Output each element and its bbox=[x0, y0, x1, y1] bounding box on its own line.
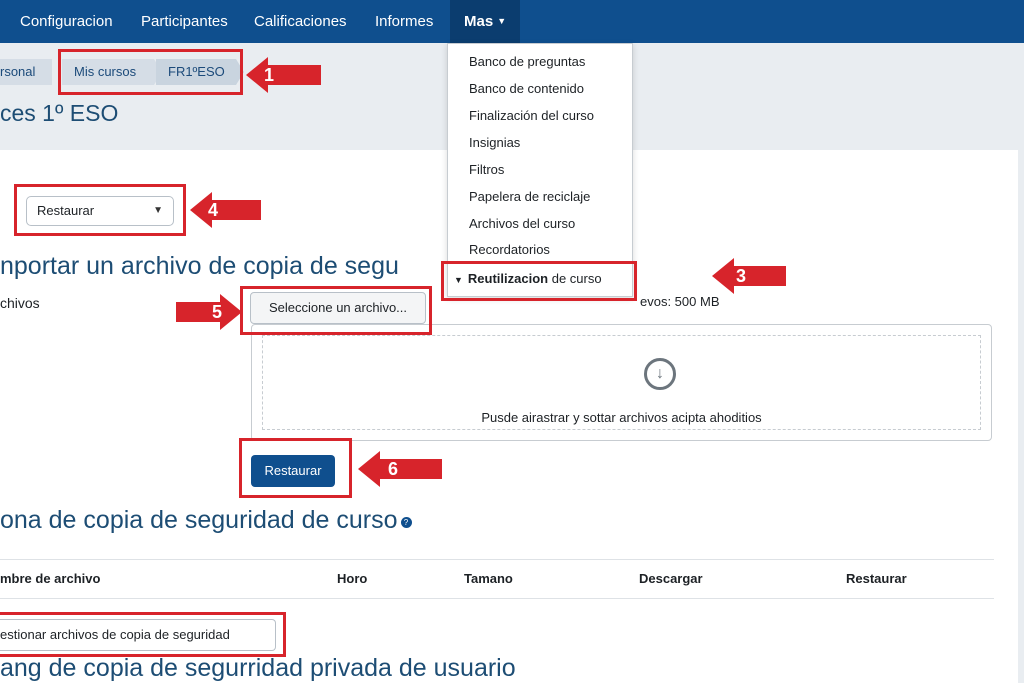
more-dropdown-menu: Banco de preguntas Banco de contenido Fi… bbox=[447, 43, 633, 297]
col-header-download: Descargar bbox=[639, 571, 703, 586]
dropzone-text: Pusde airastrar y sottar archivos acipta… bbox=[481, 410, 762, 425]
menu-item-question-bank[interactable]: Banco de preguntas bbox=[469, 54, 585, 69]
breadcrumb-item-personal[interactable]: rsonal bbox=[0, 59, 52, 85]
menu-item-filters[interactable]: Filtros bbox=[469, 162, 504, 177]
col-header-size: Tamano bbox=[464, 571, 513, 586]
annotation-box-5 bbox=[240, 286, 432, 335]
zone-heading-text: ona de copia de seguridad de curso bbox=[0, 506, 398, 534]
annotation-box-4 bbox=[14, 184, 186, 236]
table-top-border bbox=[0, 559, 994, 560]
annotation-arrow-5: 5 bbox=[176, 294, 242, 330]
annotation-box-3 bbox=[441, 261, 637, 301]
top-navigation: Configuracion Participantes Calificacion… bbox=[0, 0, 1024, 43]
menu-item-reminders[interactable]: Recordatorios bbox=[469, 242, 550, 257]
nav-more-label: Mas bbox=[464, 13, 494, 30]
annotation-number-3: 3 bbox=[735, 266, 746, 286]
menu-item-content-bank[interactable]: Banco de contenido bbox=[469, 81, 584, 96]
menu-item-course-files[interactable]: Archivos del curso bbox=[469, 216, 575, 231]
col-header-time: Horo bbox=[337, 571, 368, 586]
table-bottom-border bbox=[0, 598, 994, 599]
menu-item-course-completion[interactable]: Finalización del curso bbox=[469, 108, 594, 123]
private-backup-heading: ang de copia de segurridad privada de us… bbox=[0, 654, 516, 682]
chevron-down-icon: ▼ bbox=[497, 16, 507, 26]
menu-item-badges[interactable]: Insignias bbox=[469, 135, 520, 150]
nav-more-menu[interactable]: Mas ▼ bbox=[450, 0, 521, 43]
help-icon[interactable]: ? bbox=[400, 517, 412, 528]
annotation-box-2 bbox=[0, 612, 286, 657]
annotation-box-1 bbox=[58, 49, 243, 95]
arrow-head bbox=[358, 451, 380, 487]
dropzone-dashed-area: ↓ Pusde airastrar y sottar archivos acip… bbox=[262, 335, 981, 430]
annotation-number-4: 4 bbox=[207, 200, 218, 220]
col-header-restore: Restaurar bbox=[846, 571, 907, 586]
import-heading: nportar un archivo de copia de segu bbox=[0, 252, 399, 280]
course-backup-zone-heading: ona de copia de seguridad de curso? bbox=[0, 506, 412, 535]
nav-calificaciones[interactable]: Calificaciones bbox=[254, 0, 347, 43]
max-size-text: evos: 500 MB bbox=[640, 294, 720, 309]
page-title: ces 1º ESO bbox=[0, 100, 119, 126]
annotation-arrow-4: 4 bbox=[190, 192, 261, 228]
annotation-arrow-3: 3 bbox=[712, 258, 786, 294]
menu-item-recycle-bin[interactable]: Papelera de reciclaje bbox=[469, 189, 590, 204]
nav-participantes[interactable]: Participantes bbox=[141, 0, 228, 43]
col-header-filename: mbre de archivo bbox=[0, 571, 101, 586]
annotation-number-6: 6 bbox=[387, 459, 398, 479]
annotation-number-1: 1 bbox=[263, 65, 274, 85]
nav-informes[interactable]: Informes bbox=[375, 0, 433, 43]
annotation-arrow-1: 1 bbox=[246, 57, 321, 93]
annotation-number-5: 5 bbox=[211, 302, 222, 322]
annotation-box-6 bbox=[239, 438, 352, 498]
file-dropzone[interactable]: ↓ Pusde airastrar y sottar archivos acip… bbox=[251, 324, 992, 441]
annotation-arrow-6: 6 bbox=[358, 451, 442, 487]
files-label: chivos bbox=[0, 295, 40, 311]
download-arrow-icon: ↓ bbox=[644, 358, 676, 390]
nav-configuracion[interactable]: Configuracion bbox=[20, 0, 113, 43]
